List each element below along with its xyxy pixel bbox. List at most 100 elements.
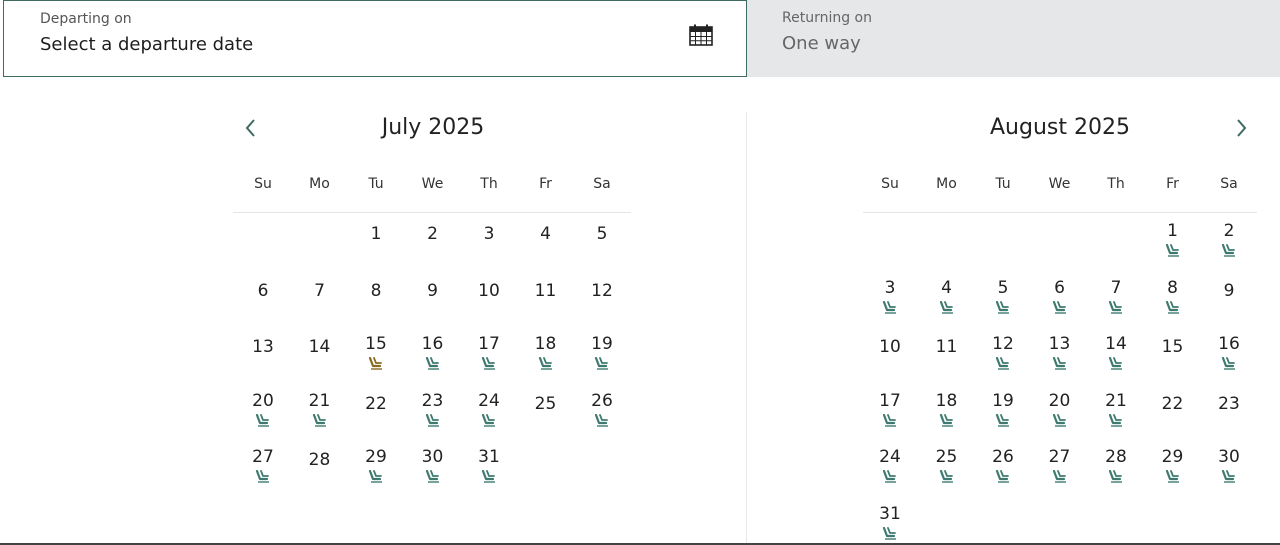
day-number: 11 — [935, 337, 958, 357]
day-cell[interactable]: 23 — [1209, 393, 1249, 415]
day-number: 2 — [427, 224, 438, 244]
day-cell[interactable]: 9 — [1209, 280, 1249, 302]
weekday-header: Tu — [995, 176, 1011, 192]
departure-date-field[interactable]: Departing on Select a departure date — [3, 0, 747, 77]
day-cell[interactable]: 18 — [927, 390, 967, 427]
day-cell[interactable]: 13 — [243, 336, 283, 358]
seat-icon — [481, 357, 495, 370]
day-number: 24 — [478, 390, 500, 411]
day-number: 24 — [879, 447, 901, 467]
day-cell[interactable]: 14 — [300, 336, 340, 358]
day-cell[interactable]: 25 — [526, 393, 566, 415]
day-cell[interactable]: 22 — [356, 393, 396, 415]
day-number: 14 — [308, 337, 331, 357]
day-cell[interactable]: 25 — [927, 446, 967, 483]
day-cell[interactable]: 30 — [413, 446, 453, 483]
weekday-header: We — [1048, 176, 1071, 192]
day-cell[interactable]: 12 — [582, 280, 622, 302]
day-number: 13 — [252, 337, 274, 357]
day-cell[interactable]: 13 — [1040, 333, 1080, 370]
day-cell[interactable]: 2 — [413, 223, 453, 245]
departure-label: Departing on — [40, 11, 132, 27]
prev-month-arrow-icon[interactable] — [243, 117, 259, 139]
day-cell[interactable]: 19 — [983, 390, 1023, 427]
day-cell[interactable]: 16 — [1209, 333, 1249, 370]
seat-icon — [594, 413, 608, 427]
seat-icon — [882, 470, 896, 483]
day-cell[interactable]: 2 — [1209, 220, 1249, 257]
seat-icon — [882, 526, 896, 540]
day-number: 20 — [1048, 390, 1071, 411]
day-cell[interactable]: 11 — [526, 280, 566, 302]
day-cell[interactable]: 4 — [526, 223, 566, 245]
seat-icon — [481, 413, 495, 427]
day-cell[interactable]: 3 — [469, 223, 509, 245]
day-cell[interactable]: 6 — [243, 280, 283, 302]
day-number: 19 — [591, 334, 613, 354]
day-cell[interactable]: 27 — [243, 446, 283, 483]
day-cell[interactable]: 3 — [870, 277, 910, 314]
day-cell[interactable]: 24 — [469, 390, 509, 427]
day-cell[interactable]: 15 — [1153, 336, 1193, 358]
calendar-icon[interactable] — [689, 24, 713, 46]
day-number: 6 — [1054, 277, 1065, 298]
day-number: 27 — [1048, 447, 1071, 467]
day-cell[interactable]: 23 — [413, 390, 453, 427]
day-cell[interactable]: 18 — [526, 333, 566, 370]
day-cell[interactable]: 1 — [356, 223, 396, 245]
day-cell[interactable]: 6 — [1040, 277, 1080, 314]
day-cell[interactable]: 31 — [469, 446, 509, 483]
day-cell[interactable]: 1 — [1153, 220, 1193, 257]
day-cell[interactable]: 8 — [1153, 277, 1193, 314]
day-cell[interactable]: 26 — [983, 446, 1023, 483]
seat-icon — [538, 357, 552, 370]
day-cell[interactable]: 19 — [582, 333, 622, 370]
seat-icon — [1108, 300, 1122, 314]
day-cell[interactable]: 30 — [1209, 446, 1249, 483]
day-number: 1 — [1167, 221, 1178, 241]
day-cell[interactable]: 5 — [582, 223, 622, 245]
day-cell[interactable]: 31 — [870, 503, 910, 540]
day-cell[interactable]: 10 — [469, 280, 509, 302]
day-number: 25 — [534, 393, 557, 414]
day-cell[interactable]: 4 — [927, 277, 967, 314]
day-cell[interactable]: 5 — [983, 277, 1023, 314]
day-cell[interactable]: 20 — [243, 390, 283, 427]
day-cell[interactable]: 11 — [927, 336, 967, 358]
day-cell[interactable]: 26 — [582, 390, 622, 427]
weekday-rule — [233, 212, 631, 213]
day-cell[interactable]: 7 — [1096, 277, 1136, 314]
month-title: July 2025 — [381, 115, 485, 140]
day-number: 13 — [1048, 334, 1071, 354]
day-number: 26 — [992, 447, 1014, 467]
next-month-arrow-icon[interactable] — [1233, 117, 1249, 139]
day-cell[interactable]: 28 — [300, 449, 340, 471]
day-cell[interactable]: 14 — [1096, 333, 1136, 370]
day-cell[interactable]: 20 — [1040, 390, 1080, 427]
day-number: 14 — [1105, 334, 1127, 354]
return-date-field[interactable]: Returning on One way — [747, 0, 1280, 77]
return-value: One way — [782, 33, 861, 54]
day-cell[interactable]: 28 — [1096, 446, 1136, 483]
day-cell[interactable]: 17 — [469, 333, 509, 370]
day-cell[interactable]: 9 — [413, 280, 453, 302]
return-label: Returning on — [782, 10, 872, 26]
day-cell[interactable]: 15 — [356, 333, 396, 370]
day-cell[interactable]: 27 — [1040, 446, 1080, 483]
day-cell[interactable]: 24 — [870, 446, 910, 483]
seat-icon — [1108, 413, 1122, 427]
day-cell[interactable]: 29 — [356, 446, 396, 483]
day-cell[interactable]: 29 — [1153, 446, 1193, 483]
day-cell[interactable]: 21 — [300, 390, 340, 427]
day-cell[interactable]: 22 — [1153, 393, 1193, 415]
day-cell[interactable]: 17 — [870, 390, 910, 427]
day-cell[interactable]: 12 — [983, 333, 1023, 370]
day-cell[interactable]: 21 — [1096, 390, 1136, 427]
day-cell[interactable]: 8 — [356, 280, 396, 302]
seat-icon — [425, 357, 439, 370]
day-cell[interactable]: 7 — [300, 280, 340, 302]
seat-icon — [1052, 300, 1066, 314]
seat-icon — [995, 357, 1009, 370]
day-cell[interactable]: 16 — [413, 333, 453, 370]
day-cell[interactable]: 10 — [870, 336, 910, 358]
